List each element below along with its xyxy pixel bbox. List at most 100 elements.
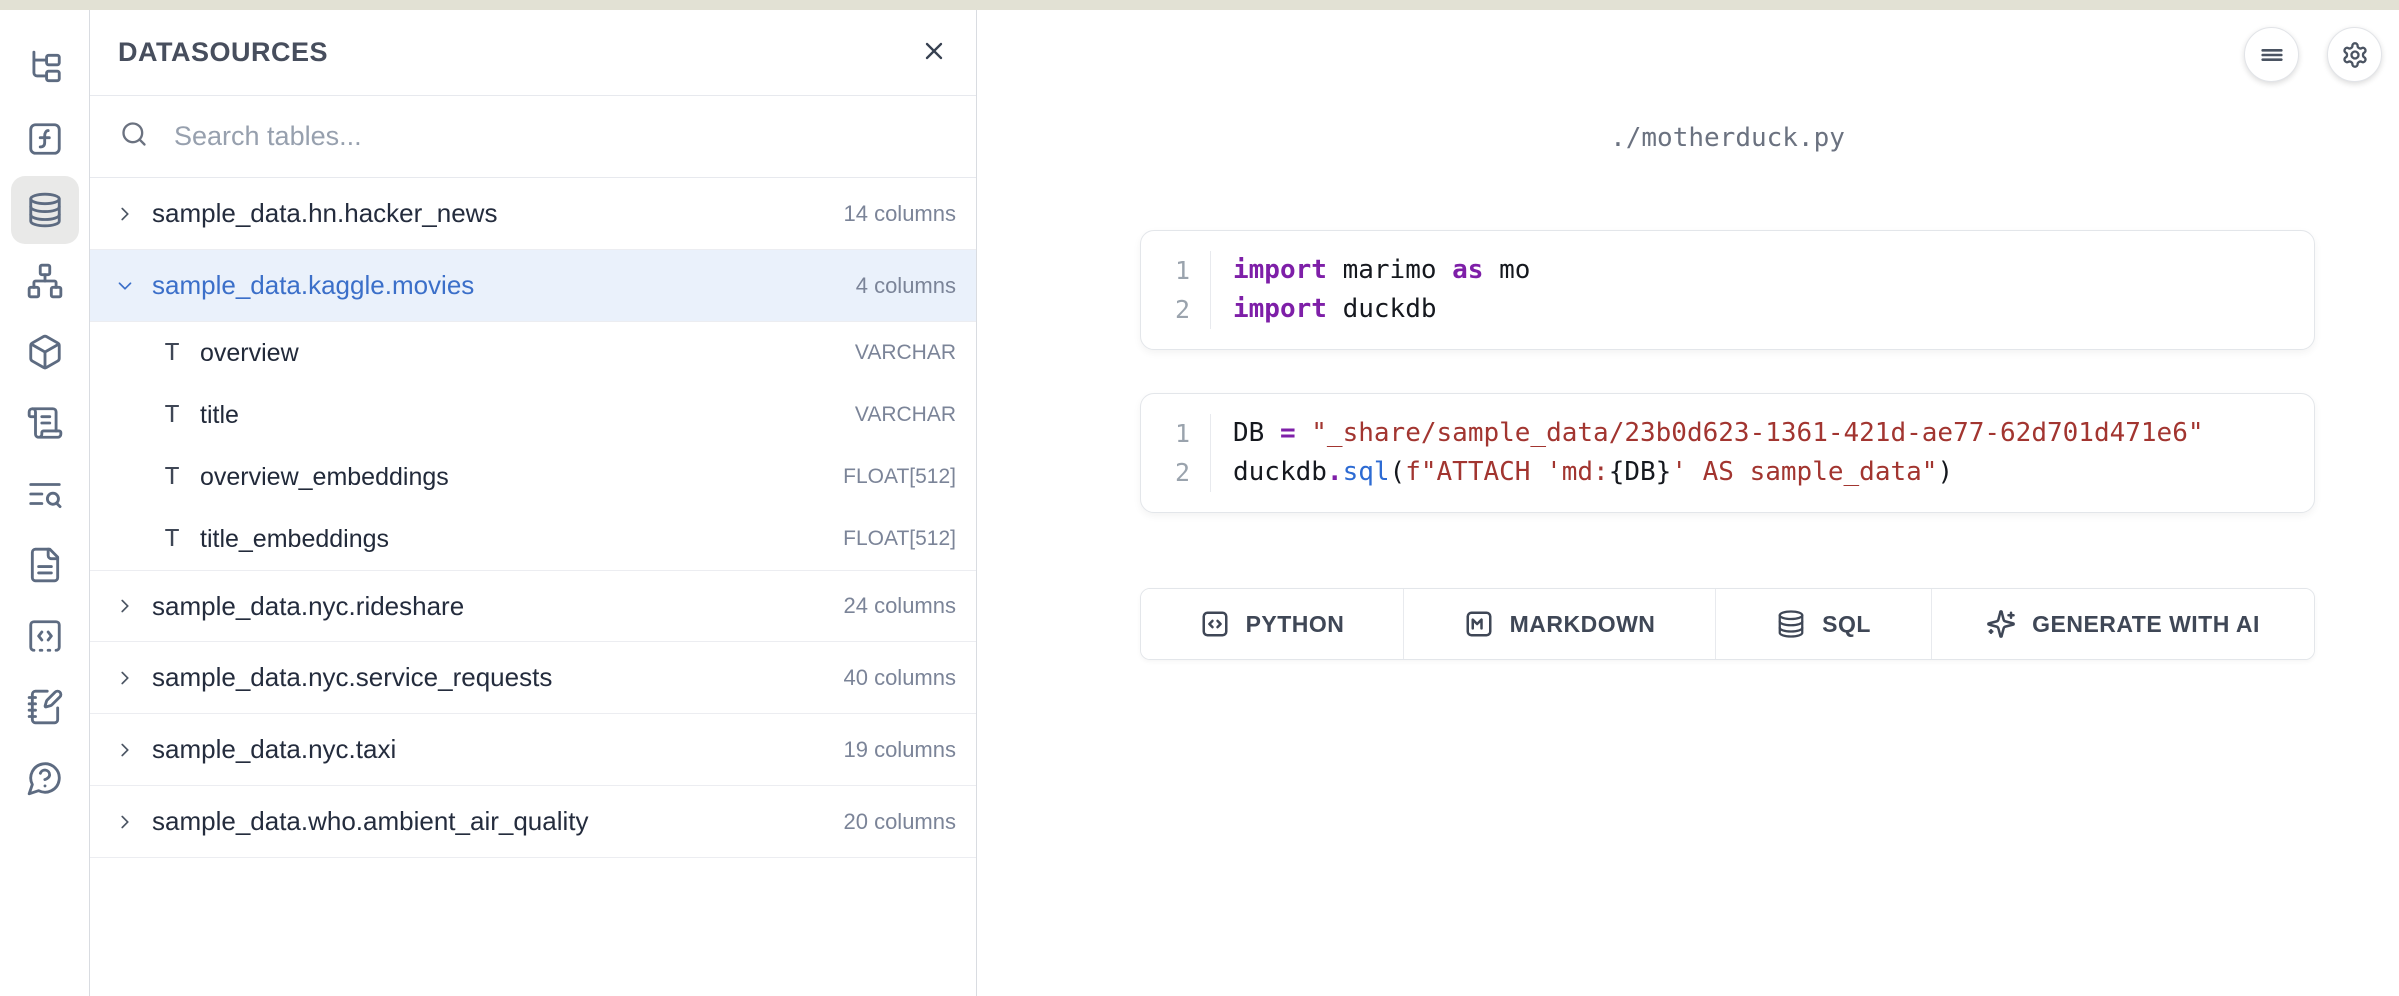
file-tree-icon xyxy=(26,49,64,87)
sidebar-item-function-square[interactable] xyxy=(11,105,79,173)
line-number-gutter: 12 xyxy=(1141,414,1211,492)
add-cell-generate-with-ai-button[interactable]: GENERATE WITH AI xyxy=(1932,589,2314,659)
menu-button[interactable] xyxy=(2244,27,2299,82)
table-name: sample_data.nyc.service_requests xyxy=(146,662,833,693)
action-label: GENERATE WITH AI xyxy=(2032,611,2260,638)
menu-icon xyxy=(2258,41,2286,69)
sidebar-rail xyxy=(0,10,90,996)
close-icon xyxy=(920,37,948,68)
add-cell-sql-button[interactable]: SQL xyxy=(1716,589,1932,659)
sidebar-slot xyxy=(0,742,89,813)
column-name: title xyxy=(200,401,841,430)
add-cell-markdown-button[interactable]: MARKDOWN xyxy=(1404,589,1716,659)
list-search-icon xyxy=(26,475,64,513)
table-row[interactable]: sample_data.hn.hacker_news14 columns xyxy=(90,178,976,250)
table-columns-count: 40 columns xyxy=(843,665,956,691)
text-type-icon: T xyxy=(158,462,186,492)
column-name: title_embeddings xyxy=(200,525,829,554)
datasources-title: DATASOURCES xyxy=(118,37,328,68)
column-row[interactable]: Toverview VARCHAR xyxy=(90,322,976,384)
sparkles-icon xyxy=(1986,609,2016,639)
action-label: SQL xyxy=(1822,611,1871,638)
table-search-row xyxy=(90,96,976,178)
sidebar-slot xyxy=(0,529,89,600)
notebook-edit-icon xyxy=(26,688,64,726)
chevron-right-icon xyxy=(114,595,136,617)
table-columns-count: 4 columns xyxy=(856,273,956,299)
sidebar-item-database[interactable] xyxy=(11,176,79,244)
sidebar-slot xyxy=(0,32,89,103)
sidebar-slot xyxy=(0,600,89,671)
table-row[interactable]: sample_data.nyc.rideshare 24 columns xyxy=(90,570,976,642)
sidebar-slot xyxy=(0,316,89,387)
table-name: sample_data.hn.hacker_news xyxy=(146,198,833,229)
action-label: PYTHON xyxy=(1246,611,1345,638)
code-cell[interactable]: 12import marimo as moimport duckdb xyxy=(1140,230,2315,350)
sidebar-slot xyxy=(0,174,89,245)
sidebar-item-box[interactable] xyxy=(11,318,79,386)
column-row[interactable]: Ttitle VARCHAR xyxy=(90,384,976,446)
sidebar-item-file-tree[interactable] xyxy=(11,34,79,102)
sidebar-slot xyxy=(0,458,89,529)
table-columns-count: 24 columns xyxy=(843,593,956,619)
chevron-right-icon xyxy=(114,739,136,761)
table-name: sample_data.kaggle.movies xyxy=(146,270,846,301)
code-editor-area[interactable]: import marimo as moimport duckdb xyxy=(1211,251,2314,329)
document-icon xyxy=(26,546,64,584)
chevron-right-icon xyxy=(114,811,136,833)
sidebar-item-document[interactable] xyxy=(11,531,79,599)
sidebar-item-scroll[interactable] xyxy=(11,389,79,457)
column-row[interactable]: Toverview_embeddingsFLOAT[512] xyxy=(90,446,976,508)
text-type-icon: T xyxy=(158,400,186,430)
datasources-header: DATASOURCES xyxy=(90,10,976,96)
database-icon xyxy=(1776,609,1806,639)
column-row[interactable]: Ttitle_embeddings FLOAT[512] xyxy=(90,508,976,570)
add-cell-actionbar: PYTHON MARKDOWN SQL GENERATE WITH AI xyxy=(1140,588,2315,660)
column-type: FLOAT[512] xyxy=(843,527,956,551)
search-icon xyxy=(120,120,148,153)
sidebar-slot xyxy=(0,245,89,316)
markdown-icon xyxy=(1464,609,1494,639)
table-row[interactable]: sample_data.who.ambient_air_quality 20 co… xyxy=(90,786,976,858)
close-panel-button[interactable] xyxy=(920,37,948,68)
column-type: VARCHAR xyxy=(855,341,956,365)
help-chat-icon xyxy=(26,759,64,797)
chevron-right-icon xyxy=(114,667,136,689)
text-type-icon: T xyxy=(158,338,186,368)
chevron-right-icon xyxy=(114,203,136,225)
text-type-icon: T xyxy=(158,524,186,554)
window-top-strip xyxy=(0,0,2399,10)
table-row[interactable]: sample_data.kaggle.movies 4 columns xyxy=(90,250,976,322)
notebook-filename: ./motherduck.py xyxy=(1140,123,2315,153)
tables-list: sample_data.hn.hacker_news14 columnssamp… xyxy=(90,178,976,858)
search-tables-input[interactable] xyxy=(174,121,946,152)
sidebar-item-list-search[interactable] xyxy=(11,460,79,528)
box-icon xyxy=(26,333,64,371)
table-name: sample_data.who.ambient_air_quality xyxy=(146,806,833,837)
sidebar-slot xyxy=(0,103,89,174)
gear-button[interactable] xyxy=(2327,27,2382,82)
function-square-icon xyxy=(26,120,64,158)
code-square-icon xyxy=(26,617,64,655)
sidebar-slot xyxy=(0,387,89,458)
sidebar-item-help-chat[interactable] xyxy=(11,744,79,812)
table-row[interactable]: sample_data.nyc.service_requests 40 colum… xyxy=(90,642,976,714)
column-name: overview xyxy=(200,339,841,368)
sidebar-slot xyxy=(0,671,89,742)
code-cell[interactable]: 12DB = "_share/sample_data/23b0d623-1361… xyxy=(1140,393,2315,513)
table-name: sample_data.nyc.taxi xyxy=(146,734,833,765)
chevron-down-icon xyxy=(114,275,136,297)
table-name: sample_data.nyc.rideshare xyxy=(146,591,833,622)
table-row[interactable]: sample_data.nyc.taxi19 columns xyxy=(90,714,976,786)
table-columns-count: 20 columns xyxy=(843,809,956,835)
sidebar-item-network[interactable] xyxy=(11,247,79,315)
scroll-icon xyxy=(26,404,64,442)
sidebar-item-notebook-edit[interactable] xyxy=(11,673,79,741)
add-cell-python-button[interactable]: PYTHON xyxy=(1141,589,1404,659)
column-type: FLOAT[512] xyxy=(843,465,956,489)
column-type: VARCHAR xyxy=(855,403,956,427)
gear-icon xyxy=(2341,41,2369,69)
sidebar-item-code-square[interactable] xyxy=(11,602,79,670)
code-editor-area[interactable]: DB = "_share/sample_data/23b0d623-1361-4… xyxy=(1211,414,2314,492)
action-label: MARKDOWN xyxy=(1510,611,1656,638)
